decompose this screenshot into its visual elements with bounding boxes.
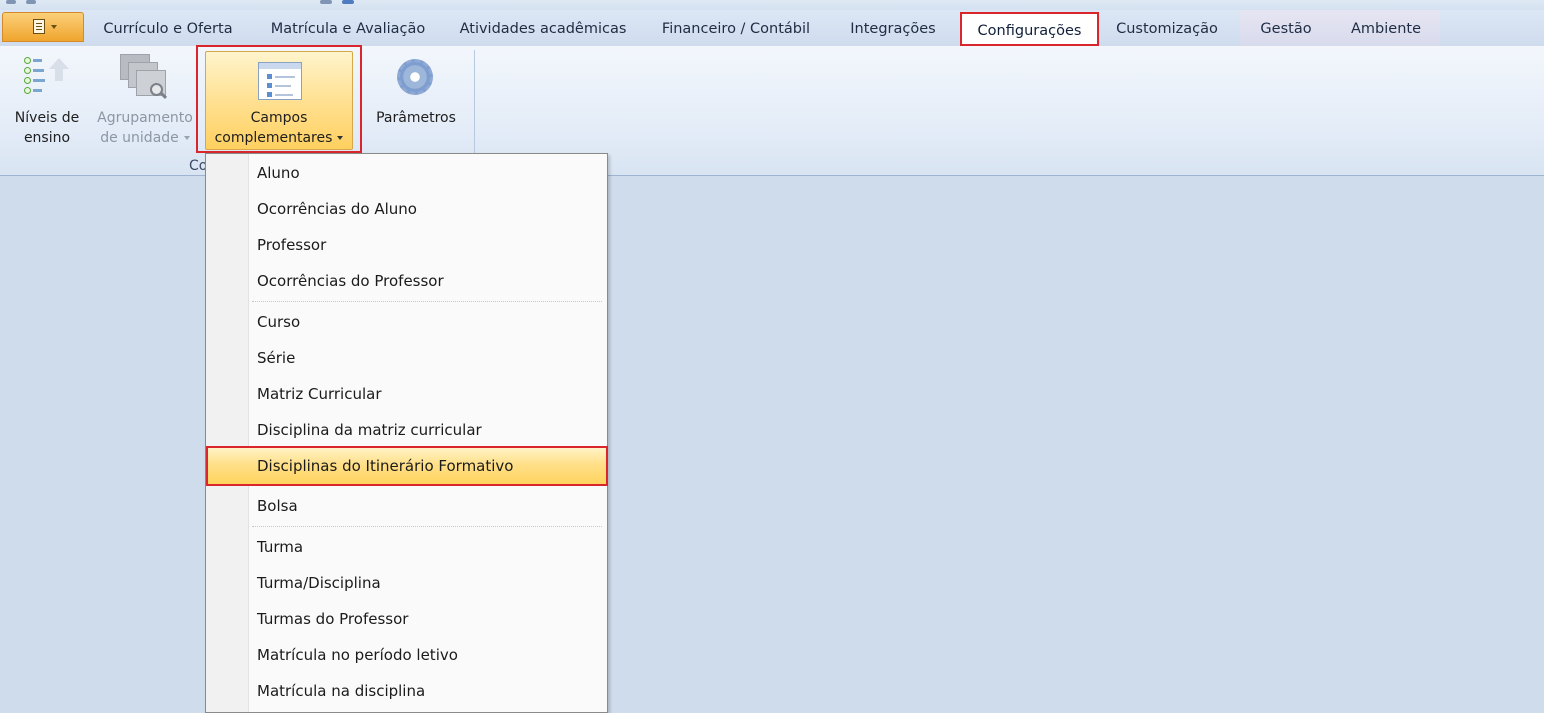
menu-item-serie[interactable]: Série — [206, 341, 607, 375]
tab-gestao[interactable]: Gestão — [1240, 10, 1332, 46]
campos-label-line1: Campos — [250, 110, 308, 126]
tab-integracoes[interactable]: Integrações — [838, 10, 948, 46]
form-fields-icon — [258, 62, 302, 100]
menu-item-turmas-professor[interactable]: Turmas do Professor — [206, 602, 607, 636]
menu-separator — [252, 526, 602, 527]
tab-ambiente[interactable]: Ambiente — [1332, 10, 1440, 46]
menu-item-professor[interactable]: Professor — [206, 228, 607, 262]
niveis-label-line2: ensino — [23, 130, 71, 146]
niveis-de-ensino-button[interactable]: Níveis de ensino — [6, 108, 88, 148]
menu-separator — [252, 301, 602, 302]
menu-item-matricula-disciplina[interactable]: Matrícula na disciplina — [206, 674, 607, 708]
parametros-button[interactable]: Parâmetros — [368, 108, 464, 128]
tab-curriculo-oferta[interactable]: Currículo e Oferta — [92, 10, 244, 46]
ribbon-tab-bar: Currículo e Oferta Matrícula e Avaliação… — [0, 10, 1544, 46]
quick-access-toolbar — [0, 0, 1544, 10]
grouping-icon — [120, 54, 172, 102]
agrupamento-label-line1: Agrupamento — [97, 110, 193, 126]
menu-item-turma[interactable]: Turma — [206, 530, 607, 564]
tab-financeiro-contabil[interactable]: Financeiro / Contábil — [650, 10, 822, 46]
menu-item-matricula-periodo[interactable]: Matrícula no período letivo — [206, 638, 607, 672]
tab-configuracoes[interactable]: Configurações — [960, 12, 1099, 46]
parametros-label: Parâmetros — [376, 110, 456, 126]
tab-atividades-academicas[interactable]: Atividades acadêmicas — [450, 10, 636, 46]
chevron-down-icon — [337, 136, 344, 140]
application-menu-button[interactable] — [2, 12, 84, 42]
tab-customizacao[interactable]: Customização — [1106, 10, 1228, 46]
agrupamento-label-line2: de unidade — [100, 130, 179, 146]
menu-item-disciplina-matriz[interactable]: Disciplina da matriz curricular — [206, 413, 607, 447]
menu-item-bolsa[interactable]: Bolsa — [206, 489, 607, 523]
campos-label-line2: complementares — [214, 130, 333, 146]
menu-item-turma-disciplina[interactable]: Turma/Disciplina — [206, 566, 607, 600]
menu-item-matriz-curricular[interactable]: Matriz Curricular — [206, 377, 607, 411]
chevron-down-icon — [51, 25, 57, 29]
tab-matricula-avaliacao[interactable]: Matrícula e Avaliação — [258, 10, 438, 46]
document-icon — [33, 19, 45, 34]
chevron-down-icon — [183, 136, 190, 140]
menu-item-ocorrencias-aluno[interactable]: Ocorrências do Aluno — [206, 192, 607, 226]
gear-icon — [394, 56, 436, 98]
menu-item-ocorrencias-professor[interactable]: Ocorrências do Professor — [206, 264, 607, 298]
menu-item-disciplinas-itinerario[interactable]: Disciplinas do Itinerário Formativo — [206, 446, 608, 486]
agrupamento-de-unidade-button[interactable]: Agrupamento de unidade — [92, 108, 198, 148]
campos-complementares-button[interactable]: Campos complementares — [205, 51, 353, 150]
menu-item-curso[interactable]: Curso — [206, 305, 607, 339]
levels-icon — [24, 56, 70, 98]
campos-complementares-menu: Aluno Ocorrências do Aluno Professor Oco… — [205, 153, 608, 713]
menu-item-aluno[interactable]: Aluno — [206, 156, 607, 190]
niveis-label-line1: Níveis de — [14, 110, 80, 126]
